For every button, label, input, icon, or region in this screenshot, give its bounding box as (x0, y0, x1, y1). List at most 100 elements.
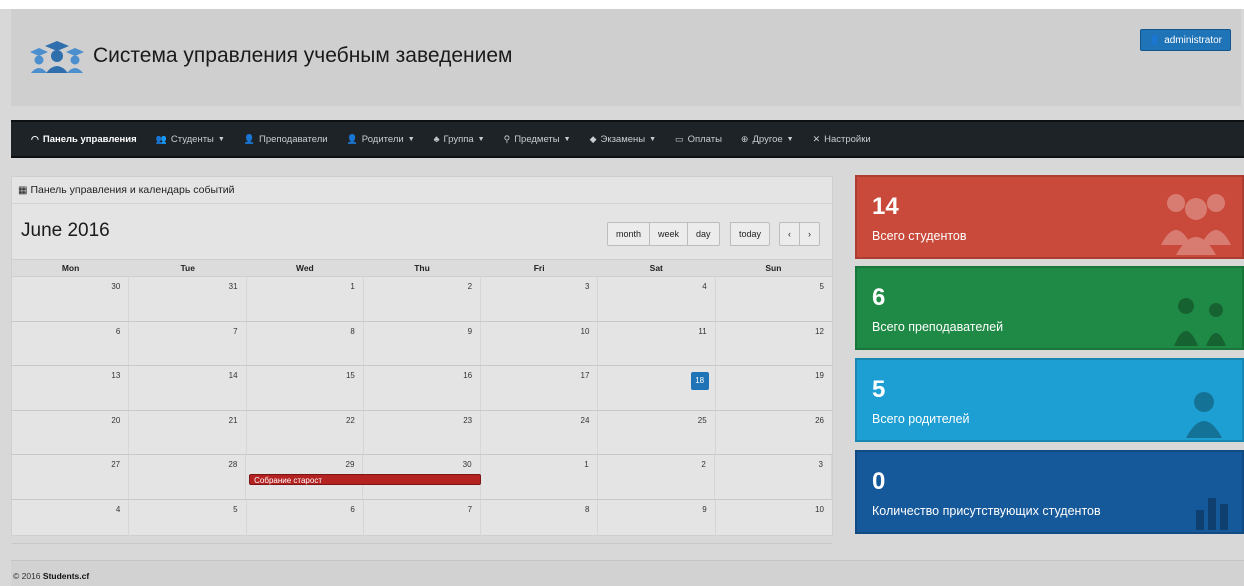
stat-label: Всего преподавателей (872, 320, 1004, 334)
admin-user-button[interactable]: 👤 administrator (1139, 29, 1231, 51)
calendar-day-cell[interactable]: 4 (598, 277, 716, 321)
today-button[interactable]: today (730, 222, 771, 246)
nav-label: Группа (443, 133, 474, 145)
calendar-day-cell[interactable]: 2 (364, 277, 482, 321)
calendar-day-cell[interactable]: 9 (364, 321, 482, 365)
nav-students[interactable]: 👥 Студенты ▼ (156, 134, 225, 145)
calendar-day-cell[interactable]: 11 (598, 321, 716, 365)
calendar-day-cell[interactable]: 18 (598, 366, 716, 410)
day-number: 13 (111, 371, 121, 380)
calendar-day-cell[interactable]: 22 (247, 410, 364, 454)
month-view-button[interactable]: month (607, 222, 651, 246)
day-number: 6 (115, 326, 121, 336)
top-strip (0, 0, 1244, 9)
calendar-week-row: 13 14 15 16 17 18 19 (12, 366, 832, 411)
calendar-day-cell[interactable]: 6 (12, 321, 130, 365)
users-icon: 👥 (155, 133, 167, 144)
nav-label: Экзамены (600, 133, 646, 145)
calendar-day-cell[interactable]: 3 (715, 455, 832, 499)
stat-card[interactable]: 14 Всего студентов (855, 175, 1244, 259)
day-number: 2 (701, 460, 706, 469)
calendar-day-cell[interactable]: 5 (129, 499, 247, 543)
day-number: 29 (345, 460, 355, 469)
caret-down-icon: ▼ (649, 135, 657, 143)
calendar-day-cell[interactable]: 26 (716, 411, 832, 455)
day-number: 10 (580, 326, 590, 336)
calendar-day-cell[interactable]: 10 (481, 321, 599, 365)
calendar-day-cell[interactable]: 25 (598, 410, 716, 454)
nav-label: Настройки (824, 133, 871, 145)
calendar-day-cell[interactable]: 7 (129, 321, 247, 365)
stat-card[interactable]: 6 Всего преподавателей (855, 266, 1244, 350)
calendar-day-cell[interactable]: 6 (247, 499, 364, 543)
calendar-day-cell[interactable]: 4 (12, 499, 130, 543)
calendar-day-cell[interactable]: 7 (364, 499, 482, 543)
nav-settings[interactable]: ✕ Настройки (813, 134, 871, 145)
caret-down-icon: ▼ (217, 135, 225, 143)
panel-title: Панель управления и календарь событий (30, 184, 235, 196)
calendar-event[interactable]: Собрание старост (249, 474, 482, 485)
calendar-day-cell[interactable]: 17 (481, 366, 599, 410)
day-name: Tue (180, 263, 195, 273)
calendar-day-cell[interactable]: 21 (129, 410, 247, 454)
calendar-day-cell[interactable]: 8 (481, 499, 599, 543)
calendar-week-row: 30 31 1 2 3 4 5 (12, 277, 832, 322)
calendar-day-cell[interactable]: 20 (12, 410, 130, 454)
stat-card[interactable]: 0 Количество присутствующих студентов (855, 450, 1244, 534)
calendar-day-cell[interactable]: 23 (364, 410, 482, 454)
calendar-day-cell[interactable]: 13 (12, 366, 130, 410)
calendar-day-cell[interactable]: 9 (598, 499, 716, 543)
calendar-grid: 30 31 1 2 3 4 5 6 7 8 9 10 11 12 13 14 15 16 17 18 19 20 21 22 2… (12, 277, 832, 544)
calendar-day-cell[interactable]: 30 (12, 277, 130, 321)
calendar-day-cell[interactable]: 1 (481, 455, 598, 499)
nav-dashboard[interactable]: ◠ Панель управления (31, 134, 137, 145)
calendar-day-cell[interactable]: 24 (481, 410, 599, 454)
day-number: 3 (818, 460, 823, 469)
calendar-day-cell[interactable]: 16 (364, 366, 482, 410)
day-number: 7 (467, 504, 473, 514)
nav-exams[interactable]: ◆ Экзамены ▼ (590, 134, 656, 145)
calendar-day-cell[interactable]: 8 (247, 321, 364, 365)
site-name[interactable]: Students.cf (43, 571, 89, 581)
nav-arrows: ‹ › (779, 222, 820, 246)
week-view-button[interactable]: week (650, 222, 689, 246)
calendar-day-cell[interactable]: 12 (716, 322, 832, 366)
day-number: 21 (228, 415, 238, 425)
day-number: 4 (702, 282, 707, 291)
calendar-day-cell[interactable]: 31 (129, 277, 247, 321)
calendar-week-row: 6 7 8 9 10 11 12 (12, 321, 832, 366)
prev-button[interactable]: ‹ (779, 222, 800, 246)
nav-group[interactable]: ♣ Группа ▼ (434, 134, 485, 145)
day-number: 25 (697, 415, 707, 425)
calendar-day-cell[interactable]: 14 (129, 366, 247, 410)
calendar-week-row: 4 5 6 7 8 9 10 (12, 499, 832, 544)
calendar-day-cell[interactable]: 3 (481, 277, 599, 321)
footer-copyright: © 2016 Students.cf (13, 571, 89, 581)
stat-card[interactable]: 5 Всего родителей (855, 358, 1244, 442)
circle-plus-icon: ⊕ (740, 133, 749, 144)
day-number: 12 (815, 326, 824, 336)
user-icon: 👤 (346, 133, 358, 144)
day-name: Thu (414, 263, 430, 273)
calendar-day-cell[interactable]: 1 (247, 277, 364, 321)
day-number: 20 (111, 415, 121, 425)
day-number: 5 (819, 282, 824, 291)
nav-other[interactable]: ⊕ Другое ▼ (741, 134, 794, 145)
main-navbar: ◠ Панель управления 👥 Студенты ▼ 👤 Преподава… (11, 120, 1244, 158)
nav-parents[interactable]: 👤 Родители ▼ (347, 134, 415, 145)
dashboard-icon: ◠ (31, 133, 39, 144)
calendar-day-cell[interactable]: 19 (716, 366, 832, 410)
day-view-button[interactable]: day (688, 222, 720, 246)
nav-subjects[interactable]: ⚲ Предметы ▼ (504, 134, 571, 145)
nav-teachers[interactable]: 👤 Преподаватели (244, 134, 328, 145)
calendar-day-cell[interactable]: 15 (247, 366, 364, 410)
calendar-day-cell[interactable]: 10 (716, 500, 832, 544)
calendar-day-cell[interactable]: 5 (716, 277, 832, 321)
calendar-day-cell[interactable]: 27 (12, 455, 130, 499)
next-button[interactable]: › (800, 222, 820, 246)
caret-down-icon: ▼ (563, 135, 571, 143)
nav-payments[interactable]: ▭ Оплаты (675, 134, 722, 145)
calendar-day-cell[interactable]: 28 (129, 455, 247, 499)
calendar-week-row: 20 21 22 23 24 25 26 (12, 410, 832, 455)
calendar-day-cell[interactable]: 2 (598, 455, 715, 499)
